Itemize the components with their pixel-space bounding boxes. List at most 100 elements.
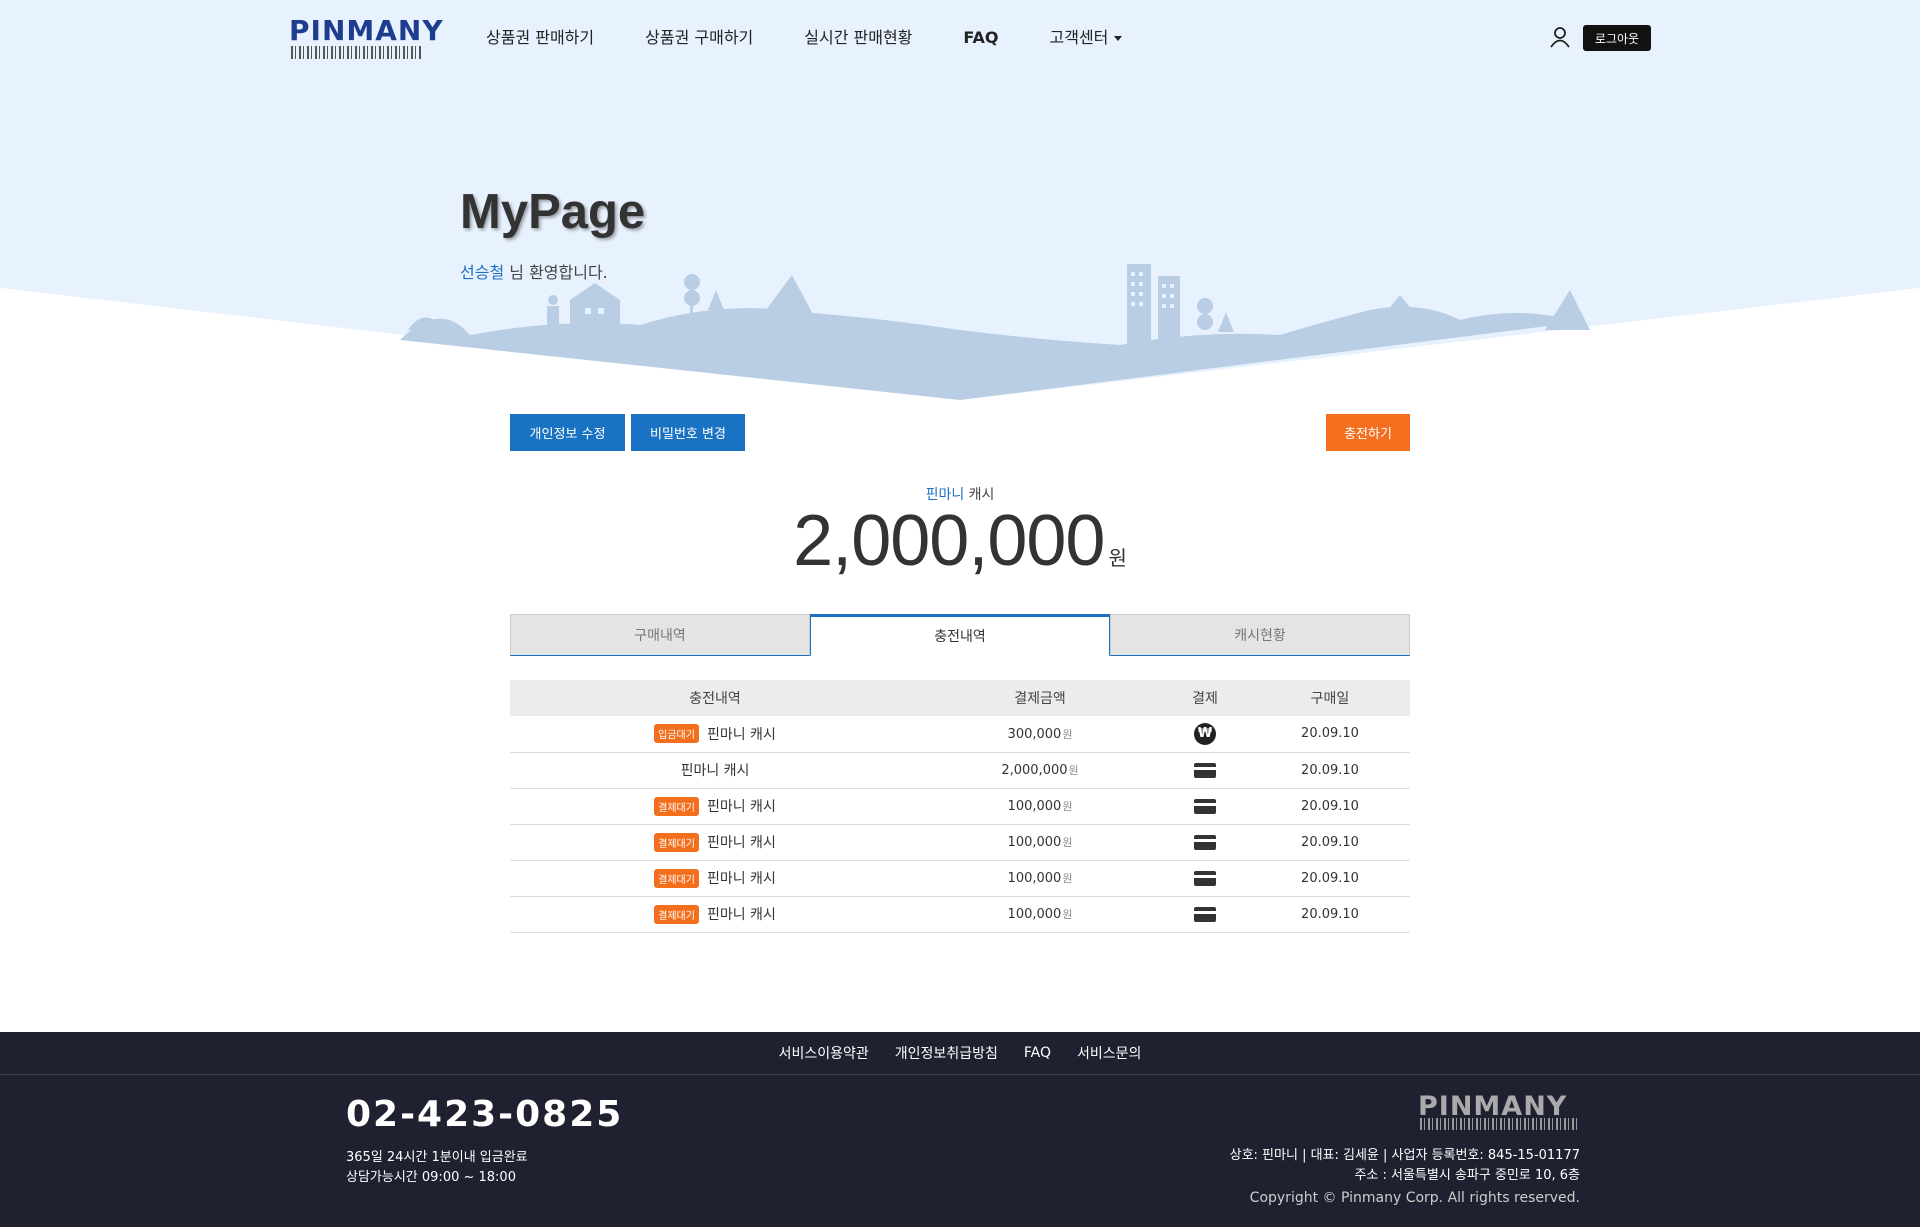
cell-payment (1160, 896, 1250, 933)
welcome-message: 선승철 님 환영합니다. (460, 259, 608, 283)
status-badge: 결제대기 (654, 796, 699, 816)
table-row: 핀마니 캐시 2,000,000원 20.09.10 (510, 752, 1410, 789)
cell-payment (1160, 860, 1250, 897)
cell-date: 20.09.10 (1250, 788, 1410, 825)
cell-amount: 2,000,000원 (920, 752, 1160, 789)
cell-payment (1160, 752, 1250, 789)
footer-link-faq[interactable]: FAQ (1024, 1045, 1051, 1061)
charge-button[interactable]: 충전하기 (1326, 414, 1410, 451)
table-row: 결제대기 핀마니 캐시 100,000원 20.09.10 (510, 896, 1410, 933)
card-icon (1194, 762, 1216, 778)
footer-link-terms[interactable]: 서비스이용약관 (779, 1043, 869, 1063)
amount-unit: 원 (1062, 908, 1073, 921)
col-header-amount: 결제금액 (920, 680, 1160, 716)
footer-hours-line1: 365일 24시간 1분이내 입금완료 (346, 1150, 528, 1165)
nav-live-sales[interactable]: 실시간 판매현황 (804, 26, 912, 50)
logo-barcode-icon (291, 46, 421, 59)
caret-down-icon (1114, 36, 1123, 41)
amount-unit: 원 (1062, 836, 1073, 849)
status-badge: 결제대기 (654, 868, 699, 888)
logo-text: PINMANY (289, 14, 444, 47)
card-icon (1194, 834, 1216, 850)
site-logo[interactable]: PINMANY (289, 14, 444, 60)
amount-value: 100,000 (1007, 871, 1062, 886)
item-name: 핀마니 캐시 (706, 871, 776, 887)
status-badge: 결제대기 (654, 904, 699, 924)
cell-date: 20.09.10 (1250, 896, 1410, 933)
table-row: 입금대기 핀마니 캐시 300,000원 ₩ 20.09.10 (510, 716, 1410, 753)
company-info-line2: 주소 : 서울특별시 송파구 중민로 10, 6층 (1354, 1168, 1580, 1183)
tab-cash-status[interactable]: 캐시현황 (1110, 614, 1410, 655)
footer-logo: PINMANY (1418, 1091, 1580, 1132)
nav-customer-center-label: 고객센터 (1049, 28, 1109, 47)
table-body: 입금대기 핀마니 캐시 300,000원 ₩ 20.09.10 핀마니 캐시 2,… (510, 716, 1410, 933)
status-badge: 입금대기 (654, 724, 699, 744)
table-row: 결제대기 핀마니 캐시 100,000원 20.09.10 (510, 788, 1410, 825)
nav-customer-center[interactable]: 고객센터 (1050, 26, 1123, 50)
amount-unit: 원 (1062, 727, 1073, 741)
cell-item: 입금대기 핀마니 캐시 (510, 716, 920, 753)
amount-value: 100,000 (1007, 835, 1062, 850)
cell-item: 결제대기 핀마니 캐시 (510, 896, 920, 933)
user-name: 선승철 (460, 263, 505, 282)
footer-phone: 02-423-0825 (346, 1094, 624, 1135)
footer-logo-barcode-icon (1420, 1118, 1578, 1130)
edit-profile-button[interactable]: 개인정보 수정 (510, 414, 625, 451)
copyright: Copyright © Pinmany Corp. All rights res… (1249, 1190, 1580, 1206)
cell-date: 20.09.10 (1250, 824, 1410, 861)
main-nav: 상품권 판매하기 상품권 구매하기 실시간 판매현황 FAQ 고객센터 (486, 26, 1173, 50)
footer: 서비스이용약관 개인정보취급방침 FAQ 서비스문의 02-423-0825 3… (0, 1032, 1920, 1227)
won-icon: ₩ (1194, 722, 1216, 745)
page: PINMANY 상품권 판매하기 상품권 구매하기 실시간 판매현황 FAQ 고… (0, 0, 1920, 1227)
tab-purchase-history[interactable]: 구매내역 (510, 614, 810, 655)
table-header-row: 충전내역 결제금액 결제 구매일 (510, 680, 1410, 716)
footer-hours: 365일 24시간 1분이내 입금완료 상담가능시간 09:00 ~ 18:00 (346, 1148, 528, 1188)
cell-payment (1160, 824, 1250, 861)
item-name: 핀마니 캐시 (706, 907, 776, 923)
welcome-suffix: 님 환영합니다. (504, 263, 608, 282)
nav-sell-giftcard[interactable]: 상품권 판매하기 (486, 26, 594, 50)
amount-unit: 원 (1062, 872, 1073, 885)
page-title: MyPage (460, 185, 646, 239)
footer-links: 서비스이용약관 개인정보취급방침 FAQ 서비스문의 (0, 1032, 1920, 1075)
item-name: 핀마니 캐시 (706, 835, 776, 851)
history-tabs: 구매내역 충전내역 캐시현황 (510, 614, 1410, 656)
card-icon (1194, 798, 1216, 814)
cell-item: 결제대기 핀마니 캐시 (510, 788, 920, 825)
item-name: 핀마니 캐시 (706, 799, 776, 815)
company-info: 상호: 핀마니 | 대표: 김세윤 | 사업자 등록번호: 845-15-011… (1230, 1146, 1580, 1186)
amount-unit: 원 (1068, 764, 1079, 777)
nav-buy-giftcard[interactable]: 상품권 구매하기 (645, 26, 753, 50)
cell-item: 결제대기 핀마니 캐시 (510, 860, 920, 897)
footer-link-privacy[interactable]: 개인정보취급방침 (895, 1043, 998, 1063)
logout-button[interactable]: 로그아웃 (1583, 25, 1651, 51)
cell-date: 20.09.10 (1250, 752, 1410, 789)
item-name: 핀마니 캐시 (706, 726, 776, 743)
nav-faq[interactable]: FAQ (963, 26, 998, 50)
amount-value: 100,000 (1007, 799, 1062, 814)
col-header-payment: 결제 (1160, 680, 1250, 716)
cell-date: 20.09.10 (1250, 860, 1410, 897)
user-icon[interactable] (1549, 26, 1571, 48)
col-header-item: 충전내역 (510, 680, 920, 716)
footer-link-inquiry[interactable]: 서비스문의 (1077, 1043, 1141, 1063)
amount-value: 2,000,000 (1001, 763, 1068, 778)
cell-payment (1160, 788, 1250, 825)
change-password-button[interactable]: 비밀번호 변경 (631, 414, 745, 451)
amount-value: 100,000 (1007, 907, 1062, 922)
item-name: 핀마니 캐시 (680, 763, 750, 779)
company-info-line1: 상호: 핀마니 | 대표: 김세윤 | 사업자 등록번호: 845-15-011… (1229, 1148, 1580, 1163)
cell-amount: 100,000원 (920, 860, 1160, 897)
tab-charge-history[interactable]: 충전내역 (810, 614, 1110, 656)
cell-amount: 100,000원 (920, 824, 1160, 861)
amount-value: 300,000 (1007, 726, 1062, 742)
charge-history-table: 충전내역 결제금액 결제 구매일 입금대기 핀마니 캐시 300,000원 ₩ 2… (510, 680, 1410, 933)
footer-logo-text: PINMANY (1418, 1091, 1568, 1122)
cash-balance: 2,000,000 원 (0, 500, 1920, 582)
cell-date: 20.09.10 (1250, 716, 1410, 753)
cash-amount: 2,000,000 (793, 501, 1105, 581)
amount-unit: 원 (1062, 800, 1073, 813)
col-header-date: 구매일 (1250, 680, 1410, 716)
cell-amount: 100,000원 (920, 788, 1160, 825)
footer-hours-line2: 상담가능시간 09:00 ~ 18:00 (346, 1170, 516, 1185)
